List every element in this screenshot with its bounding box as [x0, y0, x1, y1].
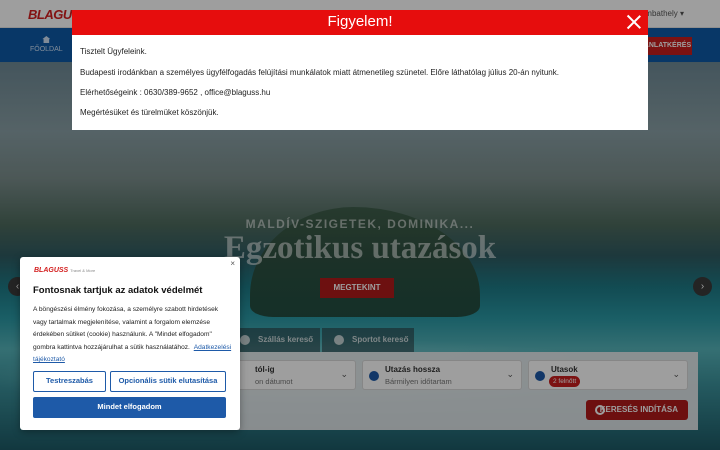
reject-optional-button[interactable]: Opcionális sütik elutasítása	[110, 371, 226, 392]
cookie-text: A böngészési élmény fokozása, a személyr…	[33, 304, 233, 367]
modal-header: Figyelem!	[72, 10, 648, 35]
cookie-description: A böngészési élmény fokozása, a személyr…	[33, 306, 219, 351]
close-icon[interactable]: ×	[230, 259, 235, 268]
close-icon[interactable]	[625, 13, 643, 31]
modal-title: Figyelem!	[327, 13, 393, 30]
cookie-title: Fontosnak tartjuk az adatok védelmét	[33, 285, 203, 296]
modal-notice: Budapesti irodánkban a személyes ügyfélf…	[80, 68, 559, 77]
modal-thanks: Megértésüket és türelmüket köszönjük.	[80, 108, 219, 117]
modal-greeting: Tisztelt Ügyfeleink.	[80, 47, 147, 56]
cookie-logo-tagline: Travel & More	[70, 268, 96, 273]
cookie-consent-dialog: BLAGUSS Travel & More × Fontosnak tartjuk…	[20, 257, 240, 430]
notice-modal: Figyelem! Tisztelt Ügyfeleink. Budapesti…	[72, 10, 648, 130]
accept-all-button[interactable]: Mindet elfogadom	[33, 397, 226, 418]
cookie-logo: BLAGUSS Travel & More	[34, 267, 95, 274]
modal-contact: Elérhetőségeink : 0630/389-9652 , office…	[80, 88, 271, 97]
customize-button[interactable]: Testreszabás	[33, 371, 106, 392]
cookie-logo-text: BLAGUSS	[34, 267, 69, 274]
